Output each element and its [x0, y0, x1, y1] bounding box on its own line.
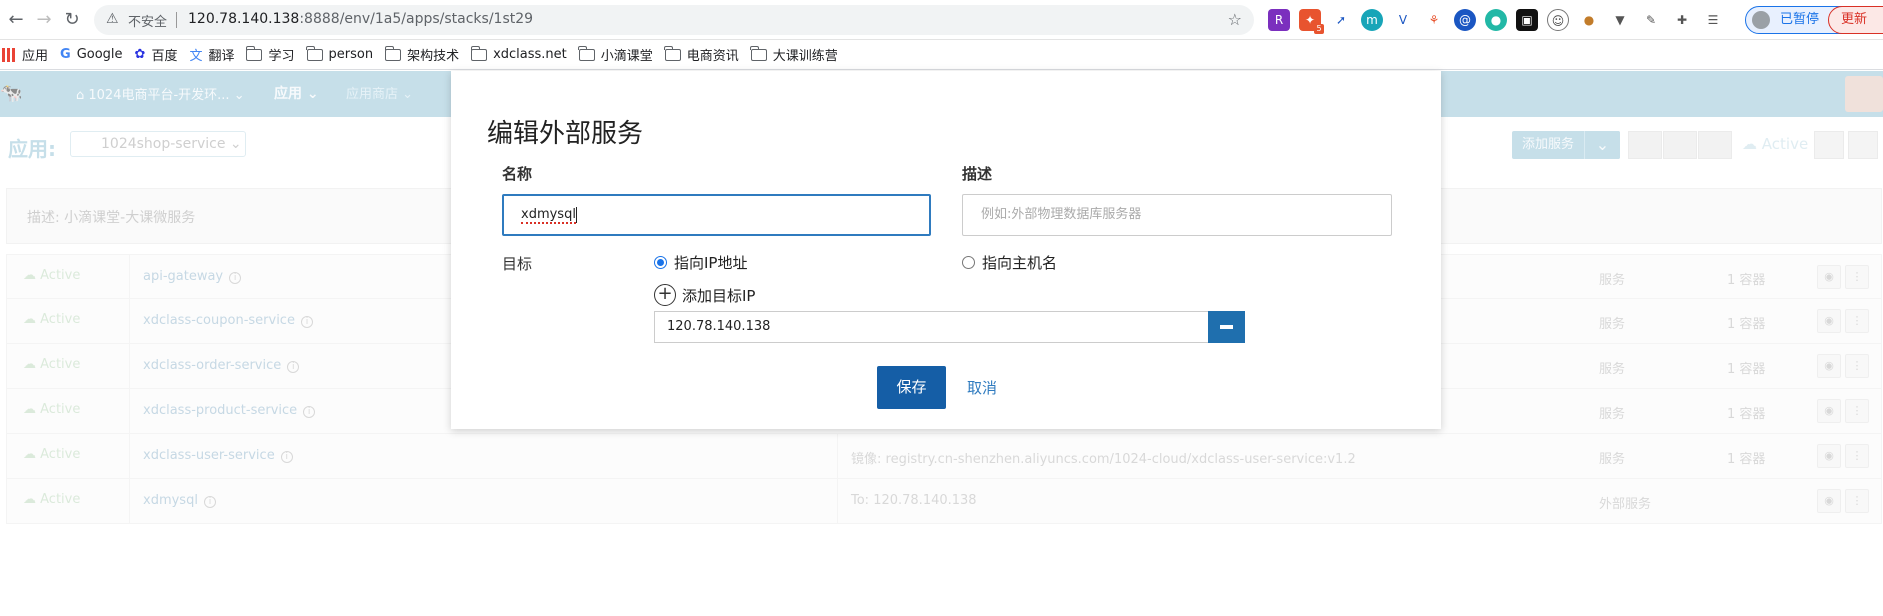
google-icon: G	[60, 47, 71, 62]
url-separator	[176, 12, 177, 28]
save-button[interactable]: 保存	[877, 366, 946, 409]
reading-list-icon[interactable]: ☰	[1702, 9, 1724, 31]
extension-arrow-icon[interactable]: ➚	[1330, 9, 1352, 31]
radio-ip-label: 指向IP地址	[674, 254, 748, 272]
extension-chat-icon[interactable]: ●	[1485, 9, 1507, 31]
bookmark-label: 小滴课堂	[600, 49, 653, 64]
extension-eyedropper-icon[interactable]: ✎	[1640, 9, 1662, 31]
extension-rp-icon[interactable]: R	[1268, 9, 1290, 31]
extension-vue-icon[interactable]: ▼	[1609, 9, 1631, 31]
reload-icon[interactable]: ↻	[60, 8, 84, 32]
bookmark-label: xdclass.net	[493, 47, 567, 62]
translate-icon: 文	[189, 49, 203, 64]
folder-icon	[245, 45, 263, 61]
apps-grid-icon	[2, 47, 16, 62]
bookmark-folder-person[interactable]: person	[306, 45, 374, 62]
folder-icon	[470, 45, 488, 61]
folder-icon	[664, 45, 681, 61]
extension-m-icon[interactable]: m	[1361, 9, 1383, 31]
folder-icon	[578, 45, 595, 61]
folder-icon	[384, 45, 402, 61]
target-ip-radio[interactable]: 指向IP地址	[654, 252, 747, 273]
bookmark-label: 大课训练营	[772, 49, 838, 64]
name-input-value: xdmysql	[521, 207, 576, 224]
name-input[interactable]: xdmysql	[502, 194, 931, 236]
bookmark-apps[interactable]: 应用	[2, 45, 48, 64]
remove-ip-button[interactable]	[1208, 311, 1245, 343]
bookmark-label: 学习	[268, 49, 295, 64]
extension-square-icon[interactable]: ▣	[1516, 9, 1538, 31]
add-target-ip-button[interactable]: + 添加目标IP	[654, 284, 755, 306]
bookmark-google[interactable]: G Google	[60, 47, 123, 62]
folder-icon	[306, 45, 323, 61]
dialog-title: 编辑外部服务	[487, 119, 644, 149]
bookmark-folder-ecommerce[interactable]: 电商资讯	[664, 45, 739, 64]
extension-at-icon[interactable]: @	[1454, 9, 1476, 31]
bookmark-label: 架构技术	[407, 49, 460, 64]
insecure-label[interactable]: 不安全	[128, 11, 167, 30]
bookmarks-bar: 应用 G Google ✿ 百度 文翻译 学习 person 架构技术 xdclas…	[0, 40, 1883, 70]
description-label: 描述	[962, 165, 993, 183]
add-target-ip-label: 添加目标IP	[682, 286, 756, 305]
bookmark-translate[interactable]: 文翻译	[189, 45, 234, 64]
extension-v-icon[interactable]: V	[1392, 9, 1414, 31]
bookmark-star-icon[interactable]: ☆	[1228, 10, 1242, 29]
extension-cookie-icon[interactable]: ●	[1578, 9, 1600, 31]
bookmark-label: Google	[76, 47, 123, 62]
bookmark-label: 应用	[22, 49, 49, 64]
target-ip-input[interactable]: 120.78.140.138	[654, 311, 1210, 343]
folder-icon	[750, 45, 767, 61]
bookmark-baidu[interactable]: ✿ 百度	[135, 45, 178, 64]
bookmark-folder-bootcamp[interactable]: 大课训练营	[750, 45, 838, 64]
cancel-button[interactable]: 取消	[967, 377, 997, 398]
update-label: 更新	[1841, 12, 1868, 27]
extension-puzzle-icon[interactable]: ✚	[1671, 9, 1693, 31]
address-bar[interactable]: ⚠ 不安全 120.78.140.138:8888/env/1a5/apps/s…	[94, 5, 1254, 35]
baidu-paw-icon: ✿	[134, 47, 146, 62]
extension-tree-icon[interactable]: ⚘	[1423, 9, 1445, 31]
bookmark-folder-architecture[interactable]: 架构技术	[384, 45, 460, 64]
url-host: 120.78.140.138	[188, 11, 300, 27]
description-input[interactable]: 例如:外部物理数据库服务器	[962, 194, 1392, 236]
update-button[interactable]: 更新	[1828, 6, 1883, 34]
extension-gift-icon[interactable]: ✦ 5	[1299, 9, 1324, 34]
radio-host-label: 指向主机名	[982, 254, 1058, 272]
target-label: 目标	[502, 255, 533, 273]
back-icon[interactable]: ←	[4, 8, 28, 32]
description-placeholder: 例如:外部物理数据库服务器	[981, 207, 1142, 222]
edit-external-service-dialog: 编辑外部服务 名称 xdmysql 描述 例如:外部物理数据库服务器 目标 指向…	[451, 71, 1441, 429]
extensions-bar: R ✦ 5 ➚ m V ⚘ @ ● ▣ ☺ ● ▼ ✎ ✚ ☰	[1268, 9, 1724, 34]
profile-paused-label: 已暂停	[1780, 12, 1820, 27]
browser-toolbar: ← → ↻ ⚠ 不安全 120.78.140.138:8888/env/1a5/…	[0, 0, 1883, 40]
profile-avatar-icon	[1752, 11, 1770, 29]
warning-icon[interactable]: ⚠	[106, 11, 119, 27]
bookmark-label: 翻译	[208, 49, 235, 64]
text-cursor	[575, 206, 577, 223]
bookmark-folder-xiaodi[interactable]: 小滴课堂	[578, 45, 653, 64]
bookmark-folder-study[interactable]: 学习	[245, 45, 295, 64]
name-label: 名称	[502, 165, 533, 183]
plus-circle-icon: +	[654, 284, 676, 306]
extension-badge: 5	[1314, 24, 1324, 34]
forward-icon[interactable]: →	[32, 8, 56, 32]
bookmark-label: person	[328, 47, 374, 62]
bookmark-label: 百度	[151, 49, 178, 64]
bookmark-folder-xdclass[interactable]: xdclass.net	[470, 45, 567, 62]
url-text[interactable]: 120.78.140.138:8888/env/1a5/apps/stacks/…	[188, 11, 533, 27]
radio-checked-icon	[654, 256, 667, 269]
url-path: :8888/env/1a5/apps/stacks/1st29	[299, 11, 534, 27]
radio-unchecked-icon	[962, 256, 975, 269]
target-hostname-radio[interactable]: 指向主机名	[962, 252, 1057, 273]
extension-face-icon[interactable]: ☺	[1547, 9, 1569, 31]
bookmark-label: 电商资讯	[686, 49, 739, 64]
